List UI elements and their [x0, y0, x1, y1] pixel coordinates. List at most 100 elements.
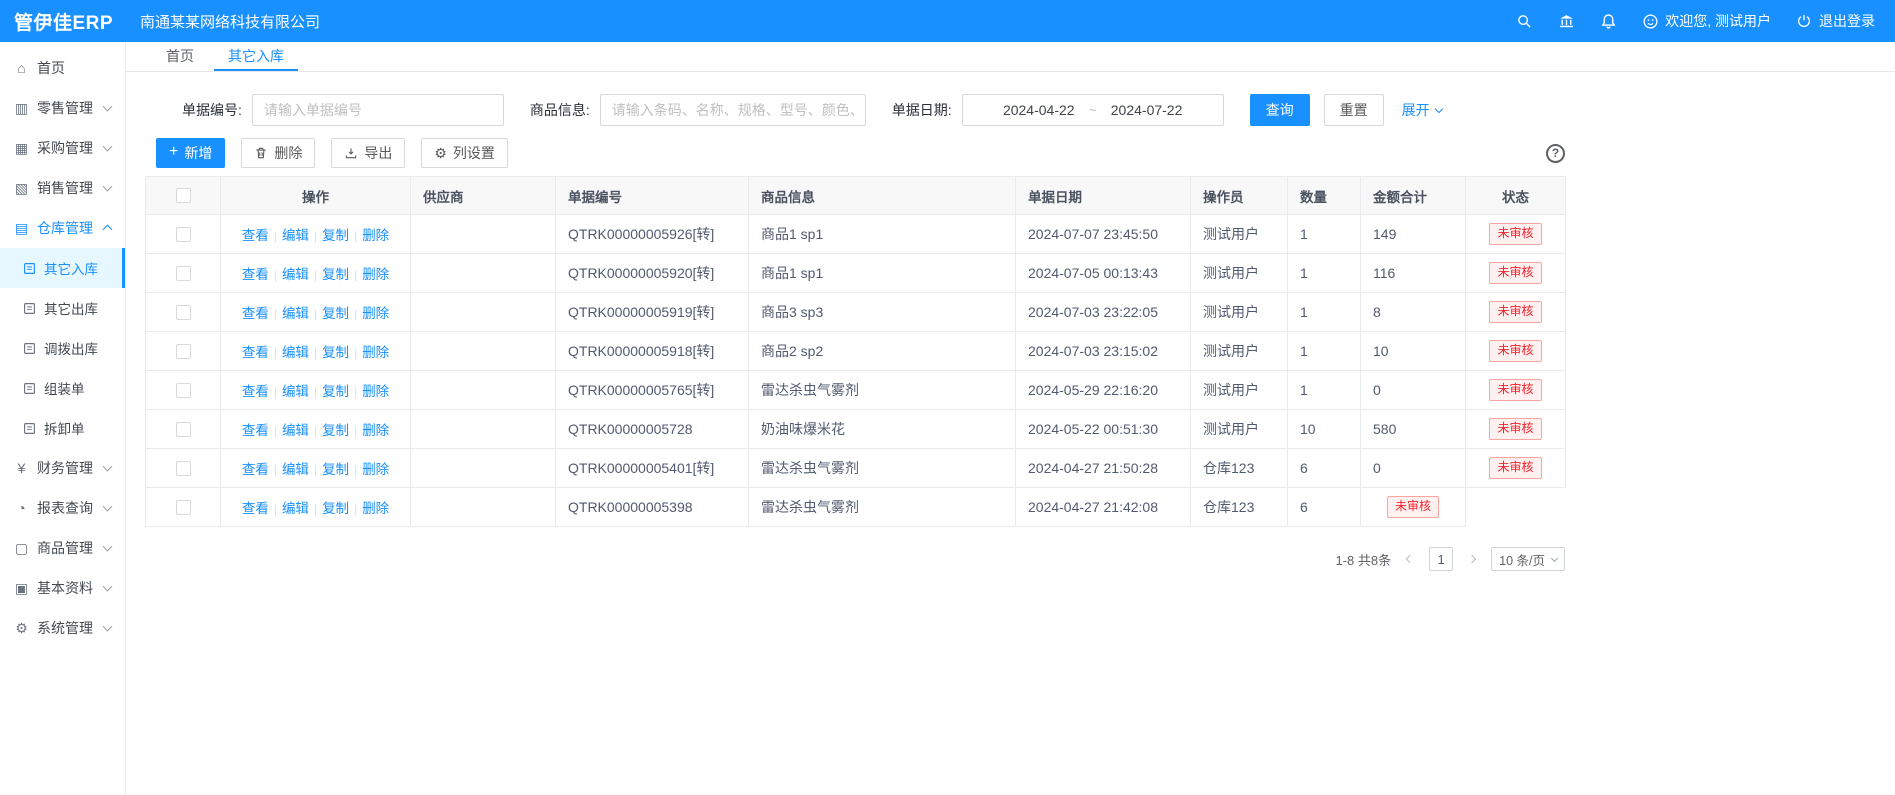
goods-info-input[interactable] — [600, 94, 866, 126]
sidebar-subitem-other-inbound[interactable]: 其它入库 — [0, 248, 125, 288]
qty-cell: 1 — [1288, 371, 1361, 410]
gear-icon: ⚙ — [434, 146, 447, 160]
select-all-checkbox[interactable] — [176, 188, 191, 203]
user-menu[interactable]: 欢迎您, 测试用户 — [1641, 11, 1771, 31]
copy-link[interactable]: 复制 — [322, 306, 349, 321]
edit-link[interactable]: 编辑 — [282, 267, 309, 282]
document-icon — [23, 382, 38, 395]
sidebar-item-home[interactable]: ⌂ 首页 — [0, 48, 125, 88]
sidebar-item-report[interactable]: ◔ 报表查询 — [0, 488, 125, 528]
add-button[interactable]: + 新增 — [156, 138, 225, 168]
sidebar-item-sales[interactable]: ▧ 销售管理 — [0, 168, 125, 208]
prev-page-icon[interactable] — [1403, 547, 1417, 571]
tab-other-inbound[interactable]: 其它入库 — [214, 42, 298, 71]
edit-link[interactable]: 编辑 — [282, 501, 309, 516]
view-link[interactable]: 查看 — [242, 267, 269, 282]
date-start-value[interactable]: 2024-04-22 — [1003, 102, 1075, 118]
bill-no-input[interactable] — [252, 94, 504, 126]
copy-link[interactable]: 复制 — [322, 345, 349, 360]
logout-button[interactable]: 退出登录 — [1795, 11, 1875, 31]
goods-cell: 商品1 sp1 — [749, 215, 1016, 254]
edit-link[interactable]: 编辑 — [282, 345, 309, 360]
copy-link[interactable]: 复制 — [322, 228, 349, 243]
page-number[interactable]: 1 — [1429, 547, 1453, 571]
row-checkbox[interactable] — [176, 227, 191, 242]
col-status: 状态 — [1466, 177, 1566, 215]
copy-link[interactable]: 复制 — [322, 384, 349, 399]
delete-link[interactable]: 删除 — [362, 423, 389, 438]
reset-button[interactable]: 重置 — [1324, 94, 1384, 126]
row-checkbox[interactable] — [176, 305, 191, 320]
view-link[interactable]: 查看 — [242, 228, 269, 243]
delete-button[interactable]: 删除 — [241, 138, 315, 168]
sidebar-item-system[interactable]: ⚙ 系统管理 — [0, 608, 125, 648]
sidebar-subitem-assembly[interactable]: 组装单 — [0, 368, 125, 408]
expand-link[interactable]: 展开 — [1402, 100, 1442, 120]
sidebar-subitem-transfer-outbound[interactable]: 调拨出库 — [0, 328, 125, 368]
copy-link[interactable]: 复制 — [322, 423, 349, 438]
delete-link[interactable]: 删除 — [362, 384, 389, 399]
data-table: 操作 供应商 单据编号 商品信息 单据日期 操作员 数量 金额合计 状态 — [145, 176, 1565, 527]
pagination: 1-8 共8条 1 10 条/页 — [145, 547, 1565, 571]
copy-link[interactable]: 复制 — [322, 267, 349, 282]
tab-home[interactable]: 首页 — [152, 42, 208, 71]
link-separator: | — [314, 424, 317, 438]
delete-link[interactable]: 删除 — [362, 462, 389, 477]
date-range-picker[interactable]: 2024-04-22 ~ 2024-07-22 — [962, 94, 1224, 126]
view-link[interactable]: 查看 — [242, 462, 269, 477]
row-checkbox[interactable] — [176, 422, 191, 437]
row-checkbox[interactable] — [176, 344, 191, 359]
link-separator: | — [314, 229, 317, 243]
row-checkbox[interactable] — [176, 461, 191, 476]
date-end-value[interactable]: 2024-07-22 — [1111, 102, 1183, 118]
next-page-icon[interactable] — [1465, 547, 1479, 571]
view-link[interactable]: 查看 — [242, 306, 269, 321]
delete-link[interactable]: 删除 — [362, 345, 389, 360]
sidebar-subitem-label: 其它出库 — [44, 298, 98, 318]
delete-link[interactable]: 删除 — [362, 306, 389, 321]
sidebar-nav: ⌂ 首页 ▥ 零售管理 ▦ 采购管理 ▧ 销售管理 ▤ 仓库管理 — [0, 42, 126, 795]
col-operator: 操作员 — [1191, 177, 1288, 215]
bell-icon[interactable] — [1599, 12, 1617, 30]
page-size-select[interactable]: 10 条/页 — [1491, 547, 1565, 571]
delete-link[interactable]: 删除 — [362, 228, 389, 243]
sidebar-item-warehouse[interactable]: ▤ 仓库管理 — [0, 208, 125, 248]
row-checkbox[interactable] — [176, 266, 191, 281]
supplier-cell — [411, 332, 556, 371]
edit-link[interactable]: 编辑 — [282, 423, 309, 438]
date-cell: 2024-07-05 00:13:43 — [1016, 254, 1191, 293]
view-link[interactable]: 查看 — [242, 345, 269, 360]
table-row: 查看|编辑|复制|删除 QTRK00000005920[转] 商品1 sp1 2… — [146, 254, 1566, 293]
view-link[interactable]: 查看 — [242, 501, 269, 516]
delete-link[interactable]: 删除 — [362, 267, 389, 282]
search-button[interactable]: 查询 — [1250, 94, 1310, 126]
link-separator: | — [314, 463, 317, 477]
column-settings-button[interactable]: ⚙ 列设置 — [421, 138, 508, 168]
help-icon[interactable]: ? — [1546, 144, 1565, 163]
export-button[interactable]: 导出 — [331, 138, 405, 168]
search-icon[interactable] — [1515, 12, 1533, 30]
sidebar-subitem-other-outbound[interactable]: 其它出库 — [0, 288, 125, 328]
bank-icon[interactable] — [1557, 12, 1575, 30]
trash-icon — [254, 146, 268, 160]
sidebar-item-basedata[interactable]: ▣ 基本资料 — [0, 568, 125, 608]
sidebar-item-finance[interactable]: ¥ 财务管理 — [0, 448, 125, 488]
edit-link[interactable]: 编辑 — [282, 228, 309, 243]
row-checkbox[interactable] — [176, 500, 191, 515]
edit-link[interactable]: 编辑 — [282, 306, 309, 321]
copy-link[interactable]: 复制 — [322, 462, 349, 477]
sidebar-subitem-disassembly[interactable]: 拆卸单 — [0, 408, 125, 448]
top-header: 管伊佳ERP 南通某某网络科技有限公司 欢迎您, 测试用户 — [0, 0, 1895, 42]
page-tabbar: 首页 其它入库 — [126, 42, 1895, 72]
row-checkbox[interactable] — [176, 383, 191, 398]
sidebar-item-retail[interactable]: ▥ 零售管理 — [0, 88, 125, 128]
view-link[interactable]: 查看 — [242, 384, 269, 399]
edit-link[interactable]: 编辑 — [282, 384, 309, 399]
sidebar-item-purchase[interactable]: ▦ 采购管理 — [0, 128, 125, 168]
delete-link[interactable]: 删除 — [362, 501, 389, 516]
operator-cell: 测试用户 — [1191, 371, 1288, 410]
view-link[interactable]: 查看 — [242, 423, 269, 438]
copy-link[interactable]: 复制 — [322, 501, 349, 516]
sidebar-item-goods[interactable]: ▢ 商品管理 — [0, 528, 125, 568]
edit-link[interactable]: 编辑 — [282, 462, 309, 477]
